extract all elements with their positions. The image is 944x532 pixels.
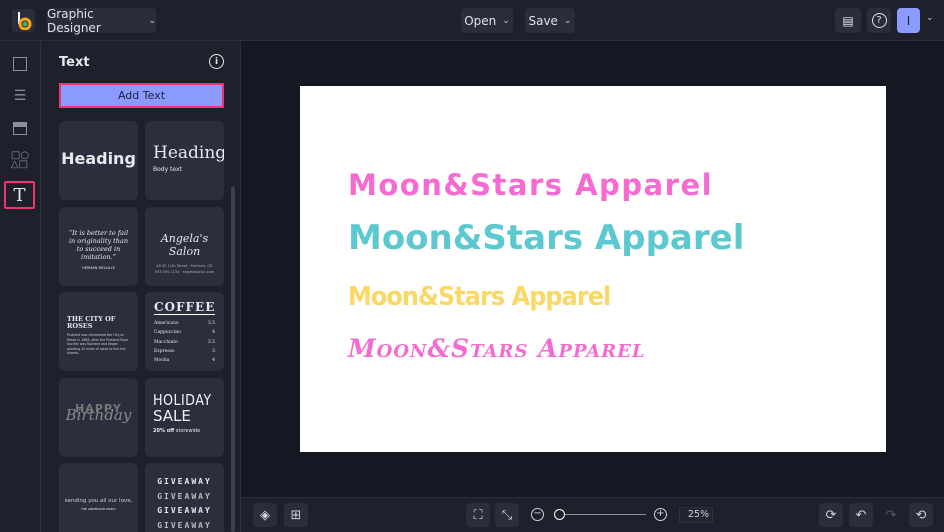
template-giveaway[interactable]: GIVEAWAY GIVEAWAY GIVEAWAY GIVEAWAY — [145, 463, 224, 532]
template-happy-birthday[interactable]: HAPPY Birthday — [59, 378, 138, 457]
zoom-out-icon[interactable]: − — [531, 508, 544, 521]
image-icon — [13, 57, 27, 71]
history-button[interactable]: ⟲ — [909, 503, 933, 527]
adjustments-tool[interactable]: ☰ — [8, 84, 32, 108]
shapes-icon: □○ △□ — [10, 150, 30, 170]
menu-row: Mocha 4 — [154, 358, 215, 364]
zoom-level-field[interactable]: 25% — [679, 507, 713, 523]
template-love[interactable]: sending you all our love, THE ANDERSON FA… — [59, 463, 138, 532]
zoom-slider[interactable] — [556, 514, 646, 515]
history-icon: ⟲ — [915, 507, 927, 523]
text-panel: Text i Add Text Heading Heading Body text… — [41, 41, 241, 532]
app-logo[interactable] — [12, 9, 35, 32]
refresh-icon: ⟳ — [825, 507, 837, 523]
menu-row: Cappuccino 4 — [154, 330, 215, 336]
menu-row: Americano 3.5 — [154, 321, 215, 326]
redo-button[interactable]: ↷ — [879, 503, 903, 527]
sale-subtitle: 20% off storewide — [153, 428, 201, 434]
canvas-text-4[interactable]: Moon&Stars Apparel — [348, 334, 646, 363]
chevron-down-icon: ⌄ — [502, 15, 510, 26]
design-canvas[interactable]: Moon&Stars Apparel Moon&Stars Apparel Mo… — [300, 86, 886, 452]
expand-icon: ⛶ — [473, 507, 483, 523]
canvas-text-3[interactable]: Moon&Stars Apparel — [348, 282, 611, 312]
template-salon[interactable]: Angela's Salon 48 SE 11th Street · Portla… — [145, 207, 224, 286]
logo-icon — [17, 11, 31, 30]
shrink-button[interactable]: ⤡ — [495, 503, 519, 527]
help-button[interactable]: ? — [867, 8, 891, 33]
add-text-button[interactable]: Add Text — [59, 83, 224, 108]
template-quote[interactable]: “It is better to fail in originality tha… — [59, 207, 138, 286]
fit-to-screen-button[interactable]: ⛶ — [466, 503, 490, 527]
template-coffee[interactable]: COFFEE Americano 3.5 Cappuccino 4 Macchiat… — [145, 292, 224, 371]
tool-rail: ☰ □○ △□ T — [0, 41, 41, 532]
comment-icon: ▤ — [842, 13, 854, 28]
undo-icon: ↶ — [855, 507, 867, 523]
sliders-icon: ☰ — [13, 88, 27, 104]
panel-scrollbar[interactable] — [231, 186, 235, 532]
collapse-icon: ⤡ — [501, 507, 513, 523]
text-icon: T — [13, 184, 26, 206]
template-holiday-sale[interactable]: HOLIDAY SALE 20% off storewide — [145, 378, 224, 457]
text-tool[interactable]: T — [4, 181, 35, 209]
menu-row: Macchiato 3.5 — [154, 339, 215, 345]
shapes-tool[interactable]: □○ △□ — [8, 148, 32, 172]
undo-button[interactable]: ↶ — [849, 503, 873, 527]
template-heading-serif[interactable]: Heading Body text — [145, 121, 224, 200]
grid-icon: ⊞ — [290, 507, 302, 523]
info-icon[interactable]: i — [209, 54, 224, 69]
open-menu[interactable]: Open ⌄ — [461, 8, 513, 33]
layers-button[interactable]: ◈ — [253, 503, 277, 527]
bottom-toolbar: ◈ ⊞ ⛶ ⤡ − + 25% ⟳ ↶ ↷ ⟲ — [241, 497, 944, 532]
help-icon: ? — [871, 13, 887, 28]
template-city-of-roses[interactable]: THE CITY OF ROSES Portland was nicknamed … — [59, 292, 138, 371]
layers-icon: ◈ — [260, 507, 270, 523]
canvas-text-1[interactable]: Moon&Stars Apparel — [348, 168, 713, 202]
zoom-slider-handle[interactable] — [554, 509, 565, 520]
project-menu[interactable]: Graphic Designer ⌄ — [47, 7, 156, 35]
refresh-button[interactable]: ⟳ — [819, 503, 843, 527]
menu-row: Espresso 3 — [154, 348, 215, 354]
top-bar: Graphic Designer ⌄ Open ⌄ Save ⌄ ▤ ? I ⌄ — [0, 0, 944, 41]
grid-button[interactable]: ⊞ — [284, 503, 308, 527]
chevron-down-icon: ⌄ — [148, 15, 156, 26]
layout-icon — [13, 121, 27, 135]
redo-icon: ↷ — [885, 507, 897, 523]
zoom-in-icon[interactable]: + — [654, 508, 667, 521]
account-chevron-icon[interactable]: ⌄ — [926, 13, 934, 23]
panel-title: Text — [59, 55, 90, 70]
template-heading-bold[interactable]: Heading — [59, 121, 138, 200]
save-menu[interactable]: Save ⌄ — [525, 8, 575, 33]
canvas-text-2[interactable]: Moon&Stars Apparel — [348, 218, 744, 258]
comments-button[interactable]: ▤ — [835, 8, 861, 33]
avatar[interactable]: I — [897, 8, 920, 33]
chevron-down-icon: ⌄ — [563, 15, 572, 26]
coffee-menu: Americano 3.5 Cappuccino 4 Macchiato 3.5 Es… — [154, 319, 215, 365]
images-tool[interactable] — [8, 52, 32, 76]
backgrounds-tool[interactable] — [8, 116, 32, 140]
